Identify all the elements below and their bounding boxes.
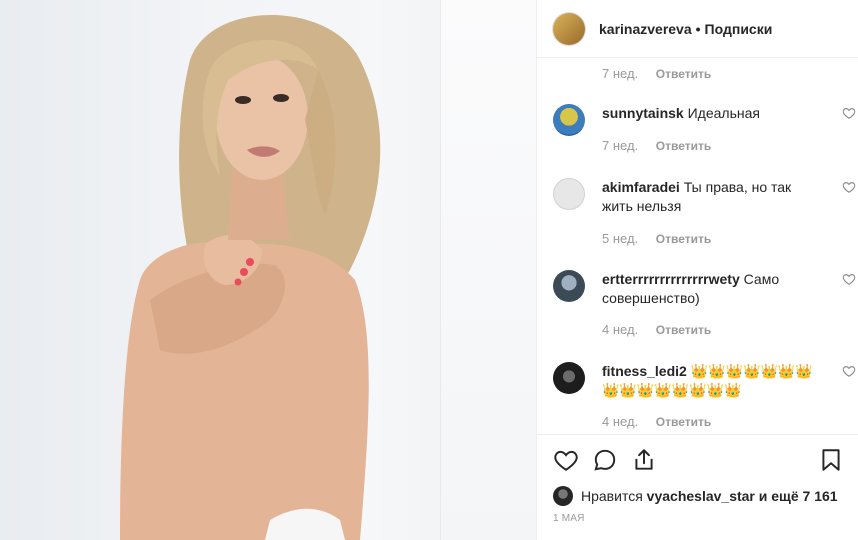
reply-button[interactable]: Ответить xyxy=(656,67,711,81)
reply-button[interactable]: Ответить xyxy=(656,139,711,153)
post-side-panel: karinazvereva • Подписки 7 нед. Ответить… xyxy=(536,0,858,540)
photo-subject-illustration xyxy=(120,15,381,540)
instagram-post: karinazvereva • Подписки 7 нед. Ответить… xyxy=(0,0,858,540)
comment-body: sunnytainsk Идеальная xyxy=(602,104,818,123)
bookmark-icon[interactable] xyxy=(818,447,844,473)
following-button[interactable]: Подписки xyxy=(705,21,773,37)
commenter-avatar[interactable] xyxy=(553,362,585,394)
likes-count[interactable]: и ещё 7 161 xyxy=(759,488,838,504)
commenter-username[interactable]: fitness_ledi2 xyxy=(602,363,687,379)
comment-meta: 7 нед. Ответить xyxy=(602,138,711,153)
commenter-username[interactable]: akimfaradei xyxy=(602,179,680,195)
post-photo[interactable] xyxy=(0,0,536,540)
like-comment-heart-icon[interactable] xyxy=(842,106,856,120)
author-username[interactable]: karinazvereva xyxy=(599,21,692,37)
comment-meta: 7 нед. Ответить xyxy=(602,66,711,81)
commenter-avatar[interactable] xyxy=(553,104,585,136)
post-actions: Нравится vyacheslav_star и ещё 7 161 1 м… xyxy=(537,434,858,540)
likes-summary: Нравится vyacheslav_star и ещё 7 161 xyxy=(553,486,838,506)
like-comment-heart-icon[interactable] xyxy=(842,364,856,378)
comment-meta: 5 нед. Ответить xyxy=(602,231,711,246)
like-comment-heart-icon[interactable] xyxy=(842,180,856,194)
likes-prefix: Нравится xyxy=(581,488,643,504)
comment-time: 4 нед. xyxy=(602,322,639,337)
comment-time: 7 нед. xyxy=(602,66,639,81)
header-separator: • xyxy=(695,20,701,37)
comment-body: akimfaradei Ты права, но так жить нельзя xyxy=(602,178,818,216)
comment-icon[interactable] xyxy=(592,447,618,473)
comment-text: Идеальная xyxy=(687,105,760,121)
author-avatar[interactable] xyxy=(553,12,585,45)
post-header: karinazvereva • Подписки xyxy=(537,0,858,58)
commenter-avatar[interactable] xyxy=(553,270,585,302)
commenter-username[interactable]: ertterrrrrrrrrrrrrrwety xyxy=(602,271,740,287)
commenter-username[interactable]: sunnytainsk xyxy=(602,105,684,121)
reply-button[interactable]: Ответить xyxy=(656,415,711,429)
like-comment-heart-icon[interactable] xyxy=(842,272,856,286)
share-icon[interactable] xyxy=(631,447,657,473)
reply-button[interactable]: Ответить xyxy=(656,323,711,337)
comment-time: 5 нед. xyxy=(602,231,639,246)
comments-list[interactable]: 7 нед. Ответить sunnytainsk Идеальная 7 … xyxy=(537,58,858,434)
comment-body: ertterrrrrrrrrrrrrrwety Само совершенств… xyxy=(602,270,818,308)
liker-username[interactable]: vyacheslav_star xyxy=(647,488,755,504)
heart-icon[interactable] xyxy=(553,447,579,473)
comment-time: 4 нед. xyxy=(602,414,639,429)
comment-time: 7 нед. xyxy=(602,138,639,153)
comment-meta: 4 нед. Ответить xyxy=(602,322,711,337)
reply-button[interactable]: Ответить xyxy=(656,232,711,246)
post-date[interactable]: 1 мая xyxy=(553,513,585,524)
comment-body: fitness_ledi2 👑👑👑👑👑👑👑👑👑👑👑👑👑👑👑 xyxy=(602,362,818,400)
comment-meta: 4 нед. Ответить xyxy=(602,414,711,429)
liker-avatar[interactable] xyxy=(553,486,573,506)
commenter-avatar[interactable] xyxy=(553,178,585,210)
